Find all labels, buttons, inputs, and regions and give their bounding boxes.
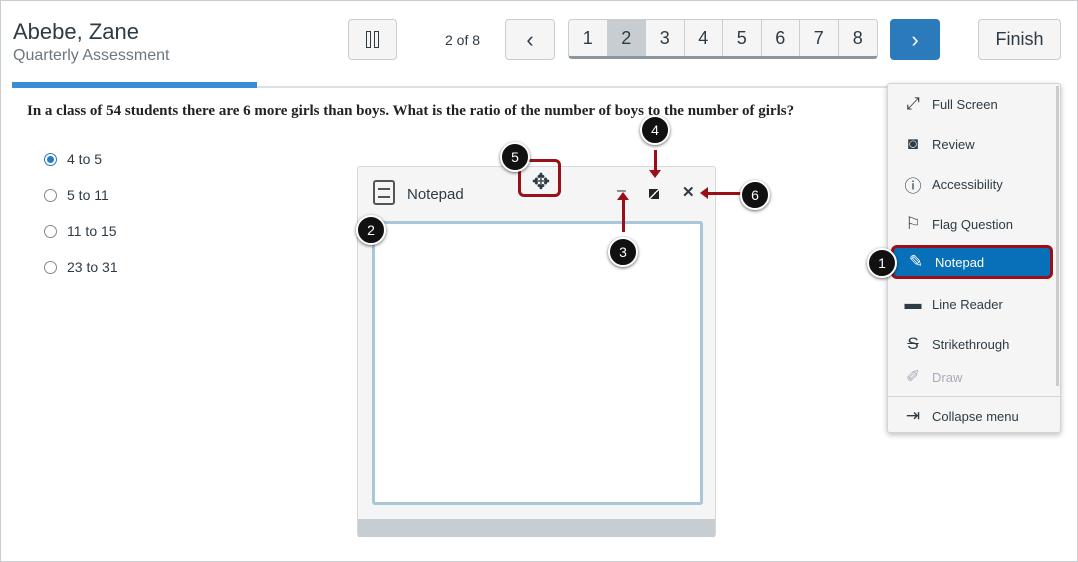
monitor-icon: ▬ xyxy=(904,294,922,313)
callout-5: 5 xyxy=(500,142,530,172)
flag-icon: ⚐ xyxy=(905,214,921,233)
expand-icon: ⤢ xyxy=(906,94,920,113)
menu-label: Full Screen xyxy=(932,96,998,112)
chevron-left-icon: ‹ xyxy=(526,26,534,52)
arrow-6 xyxy=(708,192,742,195)
radio[interactable] xyxy=(44,224,57,238)
option-3[interactable]: 11 to 15 xyxy=(44,223,117,239)
expand-button[interactable] xyxy=(649,189,659,199)
page-7[interactable]: 7 xyxy=(800,20,839,56)
callout-3: 3 xyxy=(608,237,638,267)
menu-notepad[interactable]: ✎ Notepad xyxy=(891,245,1053,279)
draw-icon: ✐ xyxy=(905,367,921,386)
radio[interactable] xyxy=(44,260,57,274)
option-label: 4 to 5 xyxy=(67,151,103,167)
radio[interactable] xyxy=(44,188,57,202)
menu-draw[interactable]: ✐ Draw xyxy=(888,367,1056,387)
option-label: 11 to 15 xyxy=(67,223,117,239)
accessibility-icon: ⓘ xyxy=(904,176,922,196)
option-label: 5 to 11 xyxy=(67,187,109,203)
callout-6: 6 xyxy=(740,180,770,210)
pause-icon xyxy=(366,31,379,48)
menu-accessibility[interactable]: ⓘ Accessibility xyxy=(888,167,1056,201)
notepad-window: Notepad ✥ – ✕ xyxy=(357,166,716,537)
page-2[interactable]: 2 xyxy=(607,20,646,56)
page-navigation: 1 2 3 4 5 6 7 8 xyxy=(568,19,878,59)
question-position: 2 of 8 xyxy=(445,32,481,48)
tools-menu: ⤢ Full Screen ◙ Review ⓘ Accessibility ⚐ Fla… xyxy=(887,83,1061,433)
notepad-edit-icon: ✎ xyxy=(908,252,924,271)
menu-label: Review xyxy=(932,136,975,152)
menu-flag-question[interactable]: ⚐ Flag Question xyxy=(888,207,1056,241)
previous-button[interactable]: ‹ xyxy=(505,19,555,60)
question-text: In a class of 54 students there are 6 mo… xyxy=(27,103,795,119)
menu-label: Notepad xyxy=(935,254,985,270)
arrowhead xyxy=(700,187,708,199)
menu-label: Collapse menu xyxy=(932,408,1019,424)
menu-label: Accessibility xyxy=(932,176,1003,192)
option-label: 23 to 31 xyxy=(67,259,118,275)
page-8[interactable]: 8 xyxy=(838,20,877,56)
student-name: Abebe, Zane xyxy=(13,19,139,44)
option-4[interactable]: 23 to 31 xyxy=(44,259,118,275)
page-1[interactable]: 1 xyxy=(569,20,608,56)
menu-label: Flag Question xyxy=(932,216,1013,232)
menu-label: Strikethrough xyxy=(932,336,1010,352)
menu-line-reader[interactable]: ▬ Line Reader xyxy=(888,287,1056,321)
collapse-icon: ⇥ xyxy=(905,406,921,425)
notepad-textarea[interactable] xyxy=(372,221,703,505)
notepad-icon xyxy=(373,180,395,205)
close-button[interactable]: ✕ xyxy=(682,183,695,201)
menu-review[interactable]: ◙ Review xyxy=(888,127,1056,161)
page-3[interactable]: 3 xyxy=(646,20,685,56)
callout-1: 1 xyxy=(867,248,897,278)
page-6[interactable]: 6 xyxy=(761,20,800,56)
notepad-footer xyxy=(358,519,715,537)
arrowhead xyxy=(617,192,629,200)
finish-button[interactable]: Finish xyxy=(978,19,1061,60)
page-5[interactable]: 5 xyxy=(723,20,762,56)
callout-4: 4 xyxy=(640,115,670,145)
quiz-title: Quarterly Assessment xyxy=(13,47,170,64)
menu-full-screen[interactable]: ⤢ Full Screen xyxy=(888,87,1056,121)
review-icon: ◙ xyxy=(907,134,919,153)
menu-label: Draw xyxy=(932,369,963,385)
arrowhead xyxy=(649,170,661,184)
chevron-right-icon: › xyxy=(911,26,919,52)
pause-button[interactable] xyxy=(348,19,397,60)
callout-2: 2 xyxy=(356,215,386,245)
page-4[interactable]: 4 xyxy=(684,20,723,56)
notepad-title: Notepad xyxy=(407,186,464,203)
option-2[interactable]: 5 to 11 xyxy=(44,187,109,203)
menu-strikethrough[interactable]: S Strikethrough xyxy=(888,327,1056,361)
menu-label: Line Reader xyxy=(932,296,1003,312)
option-1[interactable]: 4 to 5 xyxy=(44,151,102,167)
menu-divider xyxy=(888,396,1060,397)
arrow-3 xyxy=(622,200,625,232)
radio-selected[interactable] xyxy=(44,152,57,166)
progress-fill xyxy=(12,82,257,88)
next-button[interactable]: › xyxy=(890,19,940,60)
strikethrough-icon: S xyxy=(907,334,919,353)
menu-collapse[interactable]: ⇥ Collapse menu xyxy=(888,399,1056,433)
menu-scrollbar[interactable] xyxy=(1056,86,1059,386)
